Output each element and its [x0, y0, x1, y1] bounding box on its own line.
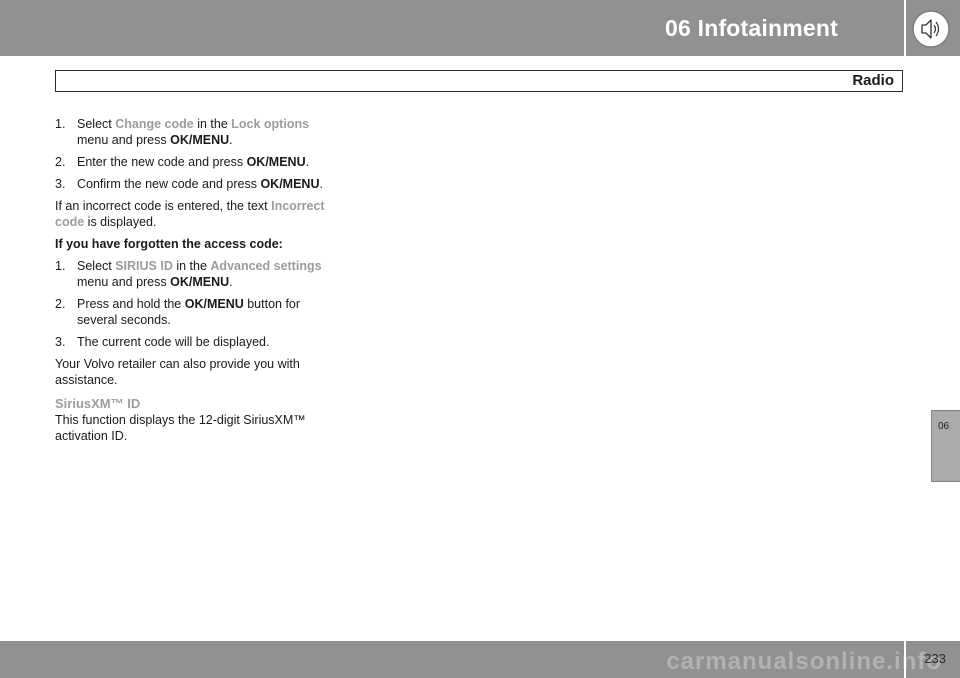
watermark: carmanualsonline.info [666, 648, 942, 675]
button-name-ok-menu: OK/MENU [246, 155, 306, 169]
menu-option-change-code: Change code [115, 117, 194, 131]
list-item: 2. Press and hold the OK/MENU button for… [55, 297, 301, 327]
list-item: 1. Select Change code in the Lock option… [55, 117, 310, 147]
menu-option-sirius-id: SIRIUS ID [115, 259, 173, 273]
menu-option-advanced-settings: Advanced settings [210, 259, 322, 273]
button-name-ok-menu: OK/MENU [170, 275, 230, 289]
header-bar: 06 Infotainment [0, 0, 904, 56]
list-item: 1. Select SIRIUS ID in the Advanced sett… [55, 259, 322, 289]
chapter-side-tab-label: 06 [938, 421, 950, 432]
page-number: 233 [924, 651, 946, 666]
section-header: Radio [55, 70, 903, 92]
button-name-ok-menu: OK/MENU [184, 297, 244, 311]
siriusxm-id-paragraph: This function displays the 12-digit Siri… [55, 413, 306, 443]
speaker-icon [912, 10, 950, 48]
list-item: 2. Enter the new code and press OK/MENU. [55, 155, 310, 169]
button-name-ok-menu: OK/MENU [170, 133, 230, 147]
list-item: 3. The current code will be displayed. [55, 335, 270, 349]
section-title: Radio [852, 72, 894, 89]
retailer-paragraph: Your Volvo retailer can also provide you… [55, 357, 300, 387]
siriusxm-id-heading: SiriusXM™ ID [55, 396, 141, 411]
chapter-side-tab[interactable]: 06 [931, 410, 960, 482]
menu-option-lock-options: Lock options [231, 117, 310, 131]
main-content: 1. Select Change code in the Lock option… [55, 116, 330, 450]
list-item: 3. Confirm the new code and press OK/MEN… [55, 177, 323, 191]
chapter-title: 06 Infotainment [665, 15, 838, 41]
incorrect-code-paragraph: If an incorrect code is entered, the tex… [55, 199, 325, 229]
header-icon-box [906, 0, 960, 56]
button-name-ok-menu: OK/MENU [260, 177, 320, 191]
forgotten-code-heading: If you have forgotten the access code: [55, 237, 283, 251]
